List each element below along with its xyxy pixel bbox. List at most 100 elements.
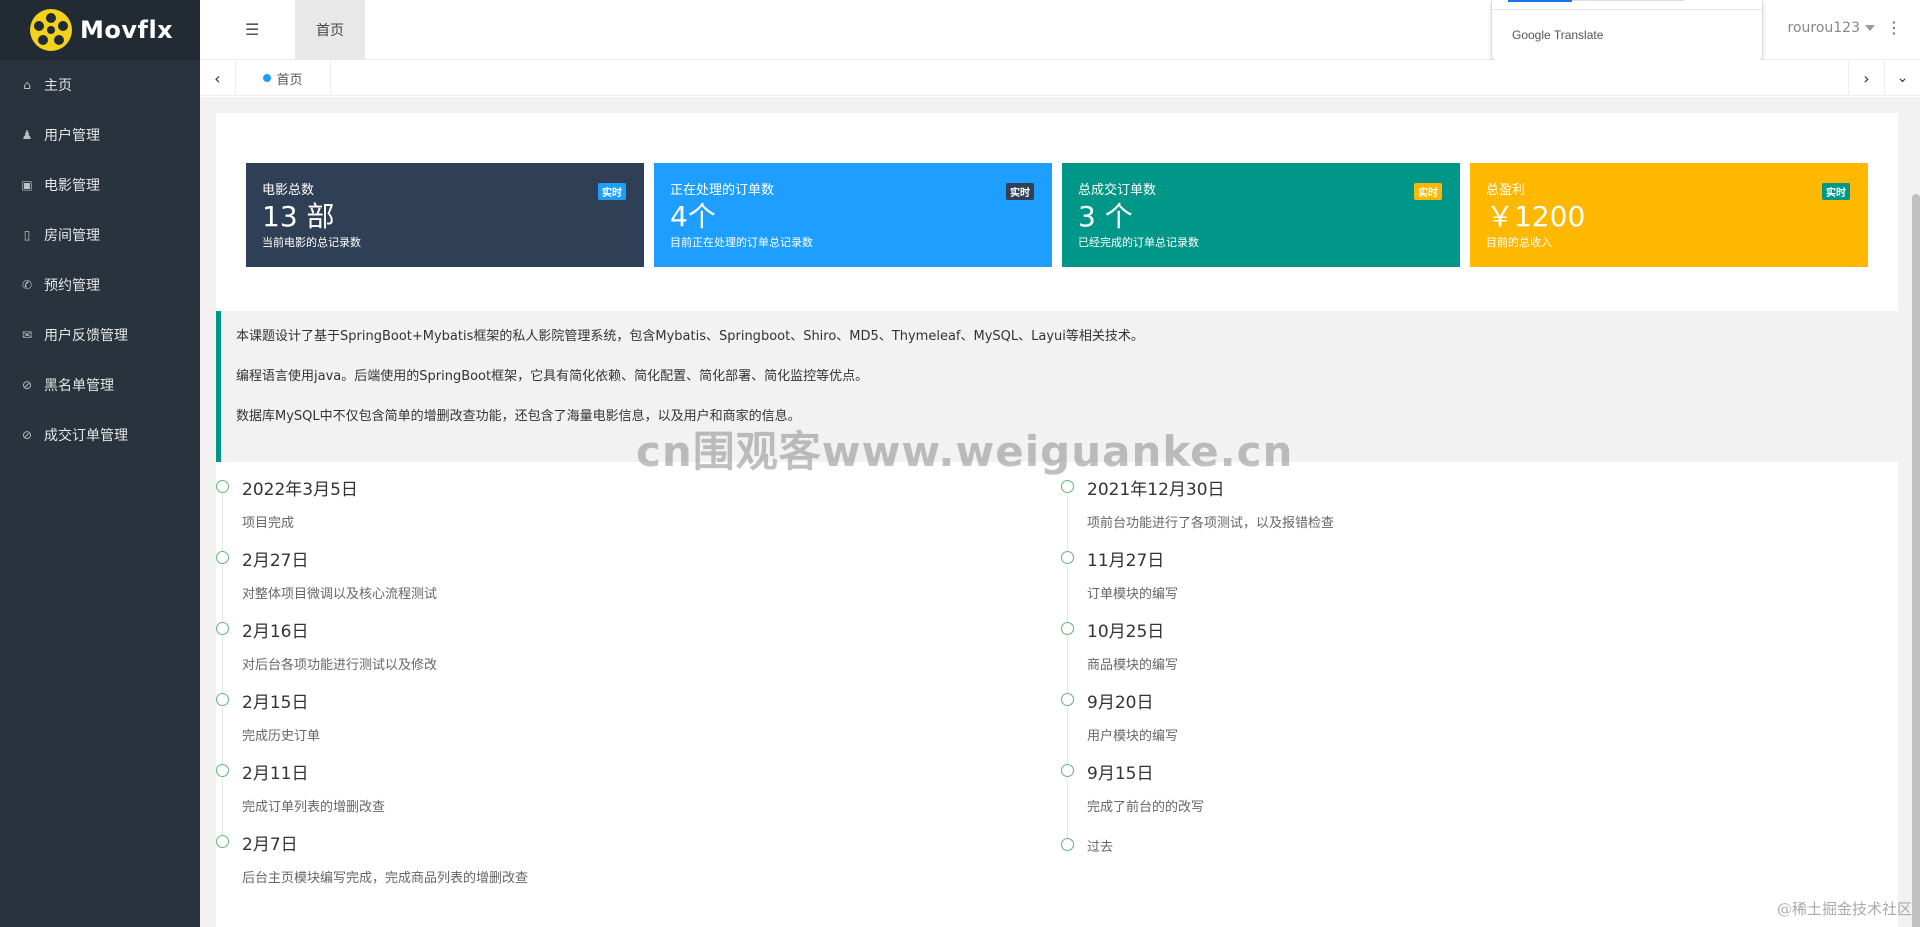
watermark: cn围观客www.weiguanke.cn (636, 427, 1294, 476)
content-panel: 电影总数 实时 13 部 当前电影的总记录数 正在处理的订单数 实时 4个 目前… (216, 113, 1898, 927)
page-tab-home[interactable]: 首页 (236, 60, 331, 96)
active-dot-icon (263, 74, 272, 82)
user-menu[interactable]: rourou123 (1787, 20, 1875, 36)
timeline-date: 9月15日 (1087, 764, 1154, 784)
timeline-node-icon (216, 622, 229, 635)
timeline-date: 10月25日 (1087, 622, 1165, 642)
timeline-node-icon (1061, 480, 1074, 493)
timeline-desc: 用户模块的编写 (1087, 729, 1179, 744)
sidebar-item-rooms[interactable]: ▯ 房间管理 (0, 210, 200, 260)
timeline-desc: 商品模块的编写 (1087, 658, 1179, 673)
vertical-scrollbar[interactable] (1912, 194, 1920, 927)
sidebar-item-movies[interactable]: ▣ 电影管理 (0, 160, 200, 210)
menu-toggle-icon[interactable]: ☰ (245, 20, 259, 39)
realtime-badge: 实时 (1822, 183, 1850, 200)
intro-line: 本课题设计了基于SpringBoot+Mybatis框架的私人影院管理系统，包含… (236, 329, 1144, 344)
timeline-node-icon (1061, 764, 1074, 777)
sidebar-item-blacklist[interactable]: ⊘ 黑名单管理 (0, 360, 200, 410)
card-subtitle: 已经完成的订单总记录数 (1078, 236, 1199, 249)
chevron-right-icon[interactable]: › (1848, 60, 1884, 96)
sidebar-item-reservations[interactable]: ✆ 预约管理 (0, 260, 200, 310)
more-vertical-icon[interactable]: ⋮ (1886, 18, 1902, 37)
card-subtitle: 目前正在处理的订单总记录数 (670, 236, 813, 249)
timeline-date: 2月16日 (242, 622, 309, 642)
timeline-desc: 完成历史订单 (242, 729, 321, 744)
timeline-item: 9月20日用户模块的编写 (1061, 693, 1861, 767)
card-value: 4个 (670, 200, 716, 233)
timeline-item: 2022年3月5日 项目完成 (216, 480, 1016, 554)
google-translate-label: Google Translate (1512, 28, 1603, 42)
timeline-node-icon (1061, 622, 1074, 635)
timeline-item: 2月27日 对整体项目微调以及核心流程测试 (216, 551, 1016, 625)
sidebar-item-label: 主页 (44, 78, 72, 94)
timeline-item: 2月7日 后台主页模块编写完成，完成商品列表的增删改查 (216, 835, 1016, 909)
chevron-down-icon[interactable]: ⌄ (1884, 60, 1920, 96)
timeline-node-icon (1061, 693, 1074, 706)
main-content: 电影总数 实时 13 部 当前电影的总记录数 正在处理的订单数 实时 4个 目前… (200, 97, 1920, 927)
timeline-date: 11月27日 (1087, 551, 1165, 571)
sidebar-item-orders[interactable]: ⊘ 成交订单管理 (0, 410, 200, 460)
google-brand: Google (1512, 28, 1551, 42)
room-icon: ▯ (23, 228, 31, 242)
google-translate-popup[interactable]: Google Translate (1491, 0, 1763, 64)
logo[interactable]: Movflx (0, 0, 200, 60)
timeline-node-icon (216, 693, 229, 706)
timeline-item: 10月25日商品模块的编写 (1061, 622, 1861, 696)
header-tab-home[interactable]: 首页 (295, 0, 365, 60)
timeline-date: 2月7日 (242, 835, 298, 855)
timeline-desc: 完成订单列表的增删改查 (242, 800, 386, 815)
timeline-date: 2月27日 (242, 551, 309, 571)
timeline-node-icon (1061, 838, 1074, 851)
stat-card-processing-orders: 正在处理的订单数 实时 4个 目前正在处理的订单总记录数 (654, 163, 1052, 267)
intro-line: 编程语言使用java。后端使用的SpringBoot框架，它具有简化依赖、简化配… (236, 369, 869, 384)
timeline-date: 2021年12月30日 (1087, 480, 1225, 500)
timeline-desc: 完成了前台的的改写 (1087, 800, 1205, 815)
timeline-desc: 订单模块的编写 (1087, 587, 1179, 602)
sidebar-nav: ⌂ 主页 ♟ 用户管理 ▣ 电影管理 ▯ 房间管理 ✆ 预约管理 ✉ 用户反馈管理 ⊘ 黑名单… (0, 60, 200, 460)
timeline-date: 9月20日 (1087, 693, 1154, 713)
timeline-left: 2022年3月5日 项目完成 2月27日 对整体项目微调以及核心流程测试 2月16日… (216, 480, 1016, 909)
app-name: Movflx (80, 16, 174, 44)
ban-icon: ⊘ (21, 428, 33, 442)
ban-icon: ⊘ (21, 378, 33, 392)
stat-card-profit: 总盈利 实时 ￥1200 目前的总收入 (1470, 163, 1868, 267)
timeline-node-icon (216, 551, 229, 564)
translate-label: Translate (1553, 28, 1604, 42)
stat-cards: 电影总数 实时 13 部 当前电影的总记录数 正在处理的订单数 实时 4个 目前… (246, 163, 1876, 267)
corner-watermark: @稀土掘金技术社区 (1776, 900, 1912, 918)
timeline-item: 2月16日对后台各项功能进行测试以及修改 (216, 622, 1016, 696)
sidebar-item-label: 用户管理 (44, 128, 100, 144)
timeline-node-icon (216, 764, 229, 777)
timeline-item: 2月11日完成订单列表的增删改查 (216, 764, 1016, 838)
card-title: 电影总数 (262, 183, 315, 198)
username: rourou123 (1787, 20, 1861, 36)
sidebar-item-label: 电影管理 (44, 178, 100, 194)
timeline-date: 2月11日 (242, 764, 309, 784)
sidebar-item-label: 房间管理 (44, 228, 100, 244)
translate-progress-fill (1508, 0, 1572, 2)
sidebar-item-label: 预约管理 (44, 278, 100, 294)
timeline-date: 过去 (1087, 840, 1114, 855)
timeline-desc: 对后台各项功能进行测试以及修改 (242, 658, 438, 673)
timeline-item: 9月15日完成了前台的的改写 (1061, 764, 1861, 838)
timeline-desc: 项目完成 (242, 516, 295, 531)
card-subtitle: 当前电影的总记录数 (262, 236, 361, 249)
sidebar-item-users[interactable]: ♟ 用户管理 (0, 110, 200, 160)
page-tab-label: 首页 (276, 72, 303, 88)
sidebar-item-home[interactable]: ⌂ 主页 (0, 60, 200, 110)
timeline-node-icon (216, 835, 229, 848)
sidebar: Movflx ⌂ 主页 ♟ 用户管理 ▣ 电影管理 ▯ 房间管理 ✆ 预约管理 ✉ 用户反馈… (0, 0, 200, 927)
timeline-desc: 项前台功能进行了各项测试，以及报错检查 (1087, 516, 1335, 531)
realtime-badge: 实时 (598, 183, 626, 200)
card-value: 3 个 (1078, 200, 1133, 233)
stat-card-movies: 电影总数 实时 13 部 当前电影的总记录数 (246, 163, 644, 267)
card-value: 13 部 (262, 200, 335, 233)
timeline-right: 2021年12月30日项前台功能进行了各项测试，以及报错检查 11月27日订单模… (1061, 480, 1861, 912)
card-title: 总成交订单数 (1078, 183, 1157, 198)
timeline-item: 2月15日 完成历史订单 (216, 693, 1016, 767)
user-icon: ♟ (21, 128, 33, 142)
chevron-left-icon[interactable]: ‹ (200, 60, 236, 96)
realtime-badge: 实时 (1006, 183, 1034, 200)
sidebar-item-label: 黑名单管理 (44, 378, 114, 394)
sidebar-item-feedback[interactable]: ✉ 用户反馈管理 (0, 310, 200, 360)
